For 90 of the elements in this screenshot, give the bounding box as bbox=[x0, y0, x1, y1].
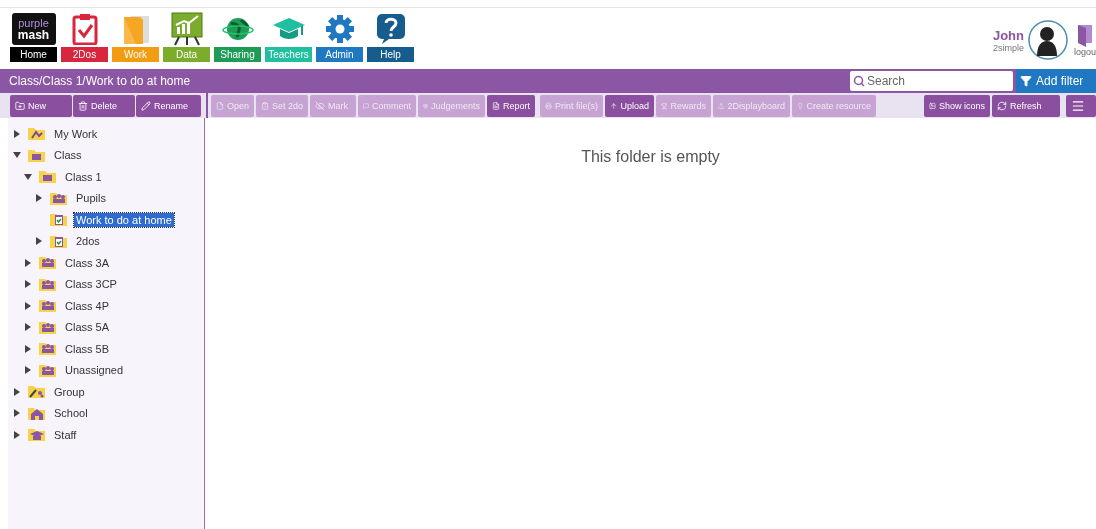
trophy-icon bbox=[661, 100, 668, 111]
expand-arrow-icon[interactable] bbox=[24, 323, 32, 332]
tree-item[interactable]: 2dos bbox=[74, 234, 102, 249]
image-icon bbox=[929, 100, 936, 111]
tree-item[interactable]: Work to do at home bbox=[74, 212, 174, 227]
upload-icon bbox=[718, 100, 725, 111]
toolbar-button[interactable]: New bbox=[10, 94, 72, 117]
expand-arrow-icon[interactable] bbox=[24, 280, 32, 289]
avatar-icon bbox=[1028, 20, 1068, 60]
eye-off-icon bbox=[315, 100, 325, 111]
expand-arrow-icon[interactable] bbox=[24, 366, 32, 375]
toolbar-button[interactable]: Refresh bbox=[992, 94, 1060, 117]
people-folder-icon bbox=[38, 341, 57, 357]
school-folder-icon bbox=[27, 405, 46, 421]
speech-bubble-icon bbox=[363, 100, 369, 111]
expand-arrow-icon[interactable] bbox=[13, 129, 21, 138]
tree-item[interactable]: Class 3CP bbox=[63, 277, 119, 292]
arrow-up-icon bbox=[610, 100, 618, 111]
gear-icon bbox=[324, 14, 355, 44]
menu-button[interactable] bbox=[1066, 94, 1096, 117]
folder-icon bbox=[38, 169, 57, 185]
expand-arrow-icon[interactable] bbox=[24, 344, 32, 353]
nav-tab[interactable]: Home bbox=[10, 47, 57, 62]
expand-arrow-icon[interactable] bbox=[24, 301, 32, 310]
tree-item[interactable]: Class 3A bbox=[63, 255, 112, 270]
tree-item[interactable]: Class 4P bbox=[63, 298, 112, 313]
people-folder-icon bbox=[38, 298, 57, 314]
nav-tab[interactable]: 2Dos bbox=[61, 47, 108, 62]
tree-item[interactable]: Class 1 bbox=[63, 169, 104, 184]
tree-item[interactable]: Class bbox=[52, 148, 84, 163]
tree-item[interactable]: My Work bbox=[52, 126, 100, 141]
expand-arrow-icon[interactable] bbox=[13, 387, 21, 396]
expand-arrow-icon[interactable] bbox=[35, 194, 43, 203]
lightbulb-icon bbox=[797, 100, 804, 111]
clipboard-check-icon bbox=[261, 100, 269, 111]
refresh-icon bbox=[997, 100, 1007, 111]
graduation-folder-icon bbox=[27, 427, 46, 443]
tree-item[interactable]: Staff bbox=[52, 427, 79, 442]
toolbar-button[interactable]: Show icons bbox=[924, 94, 990, 117]
people-folder-icon bbox=[38, 362, 57, 378]
nav-tab[interactable]: Admin bbox=[316, 47, 363, 62]
tree-item[interactable]: Unassigned bbox=[63, 363, 126, 378]
collapse-arrow-icon[interactable] bbox=[24, 172, 32, 181]
tree-item[interactable]: School bbox=[52, 406, 90, 421]
help-icon bbox=[375, 13, 406, 45]
expand-arrow-icon[interactable] bbox=[13, 430, 21, 439]
tree-item[interactable]: Class 5A bbox=[63, 320, 112, 335]
collapse-arrow-icon[interactable] bbox=[13, 151, 21, 160]
school-name: 2simple bbox=[993, 42, 1024, 53]
tree-item[interactable]: Pupils bbox=[74, 191, 108, 206]
door-icon bbox=[1076, 23, 1094, 47]
add-filter-button[interactable]: Add filter bbox=[1016, 69, 1096, 93]
people-folder-icon bbox=[38, 255, 57, 271]
logout-link[interactable]: logou bbox=[1074, 23, 1096, 57]
folder-icon bbox=[27, 147, 46, 163]
globe-icon bbox=[221, 15, 254, 43]
toolbar-button[interactable]: Report bbox=[487, 94, 535, 117]
chart-board-icon bbox=[170, 12, 203, 46]
expand-arrow-icon[interactable] bbox=[35, 237, 43, 246]
tree-item[interactable]: Group bbox=[52, 384, 87, 399]
people-folder-icon bbox=[49, 190, 68, 206]
expand-arrow-icon[interactable] bbox=[13, 409, 21, 418]
toolbar-button[interactable]: Rename bbox=[136, 94, 201, 117]
pencil-icon bbox=[141, 100, 151, 111]
toolbar-button[interactable]: Delete bbox=[73, 94, 135, 117]
folder-path: Class/Class 1/Work to do at home bbox=[9, 74, 192, 88]
folder-plus-icon bbox=[15, 100, 25, 111]
empty-folder-message: This folder is empty bbox=[581, 148, 720, 167]
file-icon bbox=[216, 100, 224, 111]
people-folder-icon bbox=[38, 276, 57, 292]
nav-tab[interactable]: Sharing bbox=[214, 47, 261, 62]
clipboard-folder-icon bbox=[49, 233, 68, 249]
menu-icon bbox=[1071, 98, 1085, 113]
nav-tab[interactable]: Help bbox=[367, 47, 414, 62]
clipboard-check-icon bbox=[71, 13, 98, 45]
folder-icon bbox=[27, 384, 46, 400]
printer-icon bbox=[545, 100, 552, 111]
people-folder-icon bbox=[38, 319, 57, 335]
clipboard-folder-icon bbox=[49, 212, 68, 228]
user-name: John bbox=[992, 27, 1024, 43]
toolbar-button[interactable]: Upload bbox=[605, 94, 654, 117]
document-icon bbox=[492, 100, 500, 111]
filter-icon bbox=[1020, 75, 1032, 87]
tree-item[interactable]: Class 5B bbox=[63, 341, 112, 356]
expand-arrow-icon[interactable] bbox=[24, 258, 32, 267]
logo: purple mash bbox=[11, 13, 56, 45]
search-field[interactable]: Search bbox=[850, 71, 1013, 91]
trash-icon bbox=[78, 100, 88, 111]
search-icon bbox=[853, 75, 865, 87]
folder-icon bbox=[27, 126, 46, 142]
